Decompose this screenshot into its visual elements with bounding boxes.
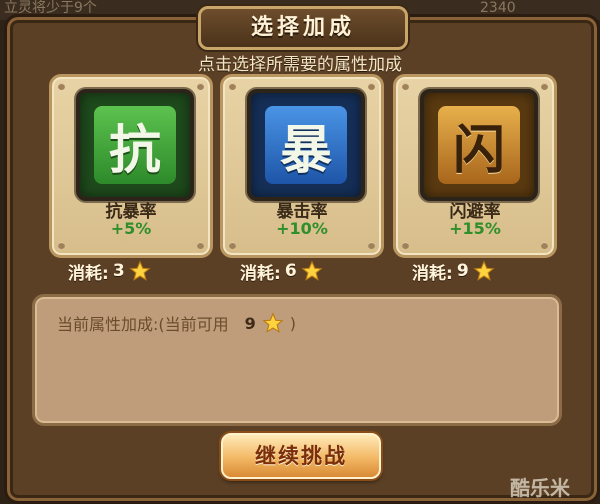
dialog-title: 选择加成 — [198, 6, 408, 50]
card-bonus: +5% — [110, 219, 152, 238]
available-stars-value: 9 — [244, 313, 256, 333]
cost-label: 消耗: — [68, 263, 109, 284]
cost-label: 消耗: — [240, 263, 281, 284]
rivet — [58, 242, 65, 249]
current-bonus-close: ) — [289, 313, 297, 333]
card-bonus: +15% — [449, 219, 501, 238]
rivet — [541, 242, 548, 249]
rivet — [402, 83, 409, 90]
crit-icon: 暴 — [247, 89, 365, 201]
cost-crit: 消耗: 6 — [240, 258, 390, 284]
anti-crit-glyph: 抗 — [94, 106, 176, 184]
cost-value: 9 — [456, 261, 469, 281]
bonus-card-dodge[interactable]: 闪 闪避率 +15% — [393, 74, 557, 258]
rivet — [541, 83, 548, 90]
rivet — [368, 83, 375, 90]
rivet — [368, 242, 375, 249]
crit-glyph: 暴 — [265, 106, 347, 184]
card-bonus: +10% — [276, 219, 328, 238]
bonus-card-crit[interactable]: 暴 暴击率 +10% — [220, 74, 384, 258]
watermark: 酷乐米 — [510, 476, 570, 500]
current-bonus-label: 当前属性加成:(当前可用 9 ) — [57, 311, 296, 335]
star-icon — [129, 260, 151, 281]
rivet — [197, 242, 204, 249]
cost-value: 6 — [284, 261, 297, 281]
rivet — [58, 83, 65, 90]
bonus-card-anti-crit[interactable]: 抗 抗暴率 +5% — [49, 74, 213, 258]
cost-value: 3 — [112, 261, 125, 281]
dodge-glyph: 闪 — [438, 106, 520, 184]
anti-crit-icon: 抗 — [76, 89, 194, 201]
star-icon — [262, 312, 284, 333]
rivet — [229, 83, 236, 90]
dialog-subtitle: 点击选择所需要的属性加成 — [198, 55, 402, 75]
rivet — [402, 242, 409, 249]
dodge-icon: 闪 — [420, 89, 538, 201]
rivet — [229, 242, 236, 249]
cost-anti-crit: 消耗: 3 — [68, 258, 218, 284]
star-icon — [301, 260, 323, 281]
rivet — [197, 83, 204, 90]
star-icon — [473, 260, 495, 281]
cost-label: 消耗: — [412, 263, 453, 284]
current-bonus-text: 当前属性加成:(当前可用 — [57, 315, 229, 334]
current-bonus-box: 当前属性加成:(当前可用 9 ) — [32, 294, 562, 426]
continue-challenge-button[interactable]: 继续挑战 — [221, 433, 381, 479]
cost-dodge: 消耗: 9 — [412, 258, 562, 284]
